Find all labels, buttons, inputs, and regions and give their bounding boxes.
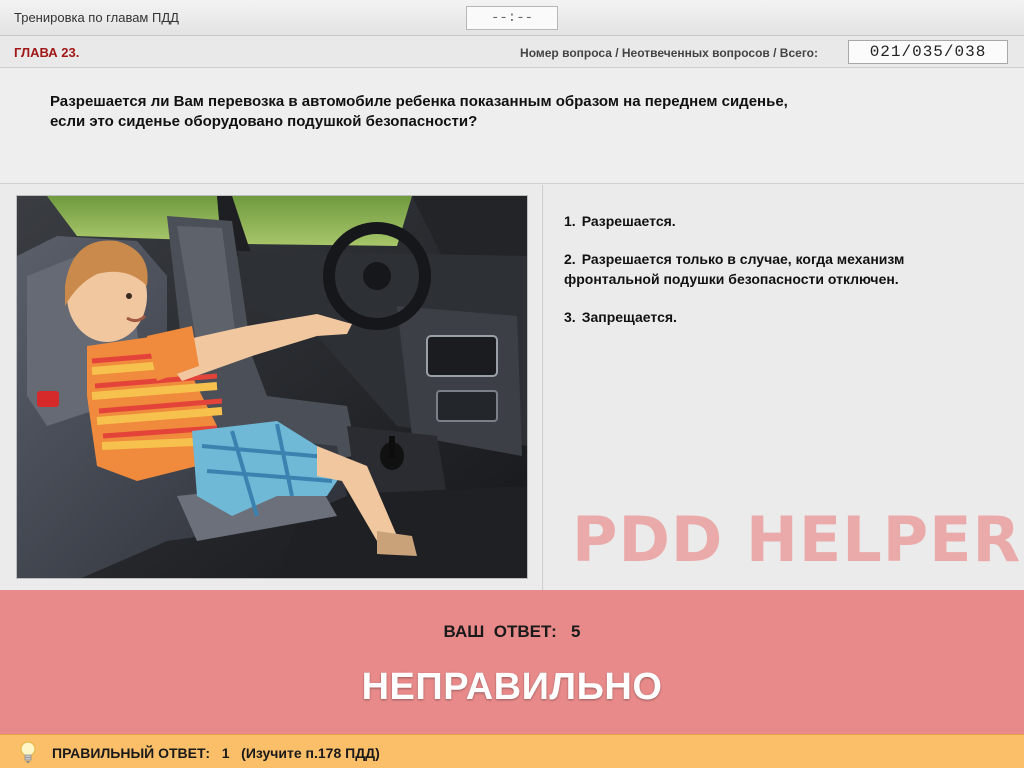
- lightbulb-icon: [20, 741, 36, 763]
- answer-text: Разрешается только в случае, когда механ…: [564, 251, 905, 287]
- title-bar: Тренировка по главам ПДД --:--: [0, 0, 1024, 36]
- child-in-car-seat-illustration: [17, 196, 527, 578]
- question-counter: 021/035/038: [848, 40, 1008, 64]
- question-image: [16, 195, 528, 579]
- answer-option-1[interactable]: 1. Разрешается.: [564, 211, 994, 231]
- info-bar: ГЛАВА 23. Номер вопроса / Неотвеченных в…: [0, 36, 1024, 68]
- content-area: 1. Разрешается. 2. Разрешается только в сл…: [0, 185, 1024, 590]
- your-answer-value: 5: [570, 622, 581, 641]
- question-text-line-1: Разрешается ли Вам перевозка в автомобил…: [50, 93, 788, 110]
- app-title: Тренировка по главам ПДД: [14, 10, 179, 25]
- answer-option-2[interactable]: 2. Разрешается только в случае, когда мех…: [564, 249, 994, 289]
- correct-answer-text: ПРАВИЛЬНЫЙ ОТВЕТ: 1 (Изучите п.178 ПДД): [52, 745, 380, 761]
- question-area: Разрешается ли Вам перевозка в автомобил…: [0, 68, 1024, 184]
- answers-panel: 1. Разрешается. 2. Разрешается только в сл…: [544, 185, 1024, 590]
- result-panel: ВАШ ОТВЕТ: 5 НЕПРАВИЛЬНО: [0, 590, 1024, 734]
- verdict-text: НЕПРАВИЛЬНО: [361, 666, 663, 708]
- answer-text: Разрешается.: [581, 213, 676, 229]
- image-panel: [0, 185, 543, 590]
- chapter-label: ГЛАВА 23.: [14, 45, 80, 60]
- answer-text: Запрещается.: [581, 309, 677, 325]
- your-answer: ВАШ ОТВЕТ: 5: [0, 622, 1024, 642]
- question-text-line-2: если это сиденье оборудовано подушкой бе…: [50, 113, 478, 130]
- question-counter-label: Номер вопроса / Неотвеченных вопросов / …: [520, 46, 818, 60]
- watermark-text: PDD HELPER: [572, 503, 1022, 576]
- answer-option-3[interactable]: 3. Запрещается.: [564, 307, 994, 327]
- correct-answer-bar: ПРАВИЛЬНЫЙ ОТВЕТ: 1 (Изучите п.178 ПДД): [0, 734, 1024, 768]
- timer-display: --:--: [466, 6, 558, 30]
- answer-number: 3.: [564, 309, 576, 325]
- answer-number: 1.: [564, 213, 576, 229]
- question-text: Разрешается ли Вам перевозка в автомобил…: [50, 92, 930, 132]
- answer-number: 2.: [564, 251, 576, 267]
- your-answer-label: ВАШ ОТВЕТ:: [443, 622, 557, 641]
